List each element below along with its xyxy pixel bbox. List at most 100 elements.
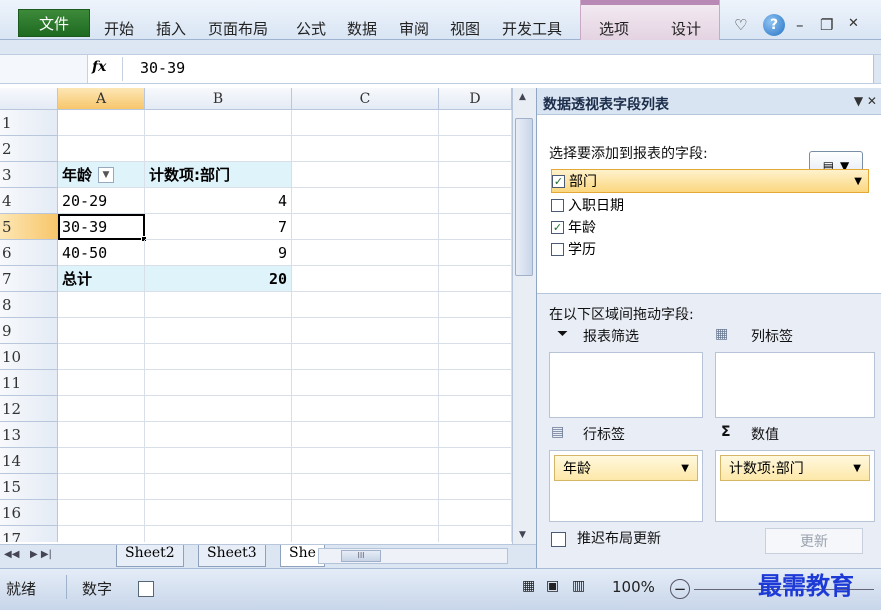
- tab-page-layout[interactable]: 页面布局: [208, 18, 268, 39]
- grid-cell[interactable]: [145, 344, 292, 370]
- row-header[interactable]: 17: [0, 526, 58, 542]
- grid-cell[interactable]: [58, 136, 145, 162]
- zoom-out-button[interactable]: −: [670, 579, 690, 599]
- formula-expand-button[interactable]: [873, 55, 881, 83]
- tab-design[interactable]: 设计: [671, 18, 701, 39]
- checkbox-age[interactable]: ✓: [551, 220, 564, 234]
- restore-icon[interactable]: ❐: [820, 16, 833, 34]
- horizontal-scrollbar[interactable]: III: [318, 548, 508, 564]
- grid-cell[interactable]: [58, 500, 145, 526]
- pivot-row-label[interactable]: 20-29: [58, 188, 145, 214]
- grid-cell[interactable]: [292, 266, 439, 292]
- grid-cell[interactable]: [439, 240, 512, 266]
- grid-cell[interactable]: [58, 292, 145, 318]
- row-header[interactable]: 12: [0, 396, 58, 422]
- grid-cell[interactable]: [292, 240, 439, 266]
- grid-cell[interactable]: [292, 188, 439, 214]
- grid-cell[interactable]: [292, 344, 439, 370]
- column-drop-zone[interactable]: [715, 352, 875, 418]
- row-header[interactable]: 4: [0, 188, 58, 214]
- ribbon-minimize-icon[interactable]: ♡: [734, 16, 747, 34]
- grid-cell[interactable]: [145, 318, 292, 344]
- grid-cell[interactable]: [145, 136, 292, 162]
- grid-cell[interactable]: [439, 214, 512, 240]
- grid-cell[interactable]: [292, 396, 439, 422]
- filter-drop-zone[interactable]: [549, 352, 703, 418]
- grid-cell[interactable]: [439, 136, 512, 162]
- minimize-icon[interactable]: –: [796, 16, 804, 34]
- tab-insert[interactable]: 插入: [156, 18, 186, 39]
- row-header[interactable]: 15: [0, 474, 58, 500]
- pivot-total-value[interactable]: 20: [145, 266, 292, 292]
- close-icon[interactable]: ✕: [848, 16, 859, 31]
- tab-view[interactable]: 视图: [450, 18, 480, 39]
- grid-cell[interactable]: [439, 370, 512, 396]
- row-header[interactable]: 1: [0, 110, 58, 136]
- grid-cell[interactable]: [145, 422, 292, 448]
- pivot-total-label[interactable]: 总计: [58, 266, 145, 292]
- grid-cell[interactable]: [439, 422, 512, 448]
- pivot-row-label[interactable]: 40-50: [58, 240, 145, 266]
- pivot-value-cell[interactable]: 7: [145, 214, 292, 240]
- grid-cell[interactable]: [145, 500, 292, 526]
- chevron-down-icon[interactable]: ▼: [853, 463, 861, 474]
- grid-cell[interactable]: [145, 526, 292, 542]
- field-item-hire-date[interactable]: 入职日期: [551, 193, 869, 217]
- row-header[interactable]: 9: [0, 318, 58, 344]
- filter-dropdown-icon[interactable]: ▼: [98, 166, 115, 183]
- macro-record-icon[interactable]: [138, 581, 154, 597]
- grid-cell[interactable]: [292, 526, 439, 542]
- tab-formulas[interactable]: 公式: [296, 18, 326, 39]
- grid-cell[interactable]: [439, 526, 512, 542]
- row-header[interactable]: 2: [0, 136, 58, 162]
- grid-cell[interactable]: [145, 370, 292, 396]
- scroll-down-icon[interactable]: ▼: [519, 530, 526, 540]
- field-dropdown-icon[interactable]: ▼: [854, 176, 862, 187]
- pivot-value-cell[interactable]: 9: [145, 240, 292, 266]
- normal-view-icon[interactable]: ▦: [522, 578, 535, 594]
- grid-cell[interactable]: [58, 448, 145, 474]
- values-drop-zone[interactable]: 计数项:部门 ▼: [715, 450, 875, 522]
- column-header-d[interactable]: D: [439, 88, 512, 110]
- pivot-value-cell[interactable]: 4: [145, 188, 292, 214]
- fx-icon[interactable]: fx: [92, 59, 106, 75]
- grid-cell[interactable]: [439, 344, 512, 370]
- grid-cell[interactable]: [439, 188, 512, 214]
- grid-cell[interactable]: [292, 110, 439, 136]
- vertical-scroll-thumb[interactable]: [515, 118, 533, 276]
- grid-cell[interactable]: [292, 422, 439, 448]
- scroll-up-icon[interactable]: ▲: [519, 92, 526, 102]
- grid-cell[interactable]: [292, 162, 439, 188]
- row-header[interactable]: 14: [0, 448, 58, 474]
- checkbox-hire-date[interactable]: [551, 198, 564, 212]
- grid-cell[interactable]: [292, 448, 439, 474]
- column-header-b[interactable]: B: [145, 88, 292, 110]
- grid-cell[interactable]: [145, 110, 292, 136]
- tab-data[interactable]: 数据: [347, 18, 377, 39]
- tab-home[interactable]: 开始: [104, 18, 134, 39]
- row-header[interactable]: 16: [0, 500, 58, 526]
- grid-cell[interactable]: [58, 526, 145, 542]
- row-header[interactable]: 8: [0, 292, 58, 318]
- horizontal-scroll-thumb[interactable]: III: [341, 550, 381, 562]
- worksheet-grid[interactable]: A B C D 1 2 3 4 5 6 7 8 9 10 11 12 13 14 15 16 17 年龄 ▼ 计…: [0, 88, 512, 542]
- row-header[interactable]: 5: [0, 214, 58, 240]
- tab-review[interactable]: 审阅: [399, 18, 429, 39]
- name-box[interactable]: [0, 55, 88, 83]
- tab-developer[interactable]: 开发工具: [502, 18, 562, 39]
- grid-cell[interactable]: [58, 110, 145, 136]
- grid-cell[interactable]: [292, 214, 439, 240]
- checkbox-department[interactable]: ✓: [552, 174, 565, 188]
- next-sheet-icon[interactable]: ▶ ▶|: [30, 549, 52, 560]
- grid-cell[interactable]: [439, 110, 512, 136]
- sheet-tab-sheet2[interactable]: Sheet2: [116, 545, 184, 567]
- grid-cell[interactable]: [292, 500, 439, 526]
- field-item-age[interactable]: ✓ 年龄: [551, 215, 869, 239]
- field-item-department[interactable]: ✓ 部门 ▼: [551, 169, 869, 193]
- formula-input[interactable]: 30-39: [140, 59, 185, 77]
- grid-cell[interactable]: [145, 448, 292, 474]
- grid-cell[interactable]: [292, 292, 439, 318]
- grid-cell[interactable]: [292, 136, 439, 162]
- grid-cell[interactable]: [439, 500, 512, 526]
- zoom-level[interactable]: 100%: [612, 578, 655, 596]
